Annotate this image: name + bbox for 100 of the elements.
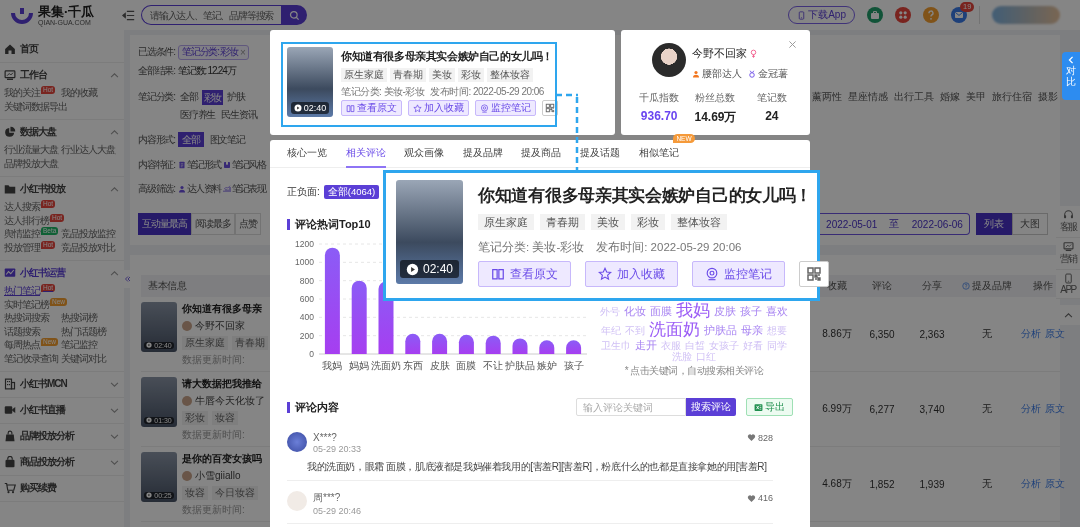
sidebar-section-title[interactable]: 小红书运营 [20, 266, 65, 280]
sidebar-section-title[interactable]: 小红书MCN [20, 377, 67, 391]
profile-placeholder[interactable] [992, 6, 1060, 24]
filter-dropdown[interactable]: 笔记形式 [187, 158, 221, 172]
sidebar-item[interactable]: 行业达人大盘 [61, 143, 118, 157]
download-app-button[interactable]: 下载App [788, 6, 855, 24]
filter-option[interactable]: 全部 [178, 132, 204, 147]
chart-bar[interactable] [351, 280, 367, 354]
table-link[interactable]: 原文 [1045, 402, 1065, 416]
search-field[interactable]: 请输入达人、笔记、品牌等搜索 [141, 5, 281, 25]
chart-bar[interactable] [566, 340, 582, 354]
author-name[interactable]: 小雪giiallo [195, 468, 241, 483]
qr-code-button[interactable] [799, 261, 829, 287]
word-cloud-word[interactable]: 孩子 [740, 305, 762, 318]
filter-chip[interactable]: 笔记分类: 彩妆 × [178, 44, 249, 60]
sidebar-item[interactable]: 笔记收录查询 [4, 351, 61, 365]
chart-bar[interactable] [324, 247, 340, 354]
tab[interactable]: 观众画像 [404, 140, 445, 168]
sidebar-item[interactable]: 话题搜索 [4, 324, 61, 338]
note-title[interactable]: 是你的百变女孩吗 [182, 451, 262, 466]
video-thumbnail[interactable]: 02:40 [287, 47, 333, 117]
sidebar-section-title[interactable]: 购买续费 [20, 481, 56, 495]
sidebar-item[interactable]: 行业流量大盘 [4, 143, 61, 157]
word-cloud-word[interactable]: 皮肤 [714, 305, 736, 318]
word-cloud-word[interactable]: 走开 [635, 339, 657, 352]
sidebar-section-title[interactable]: 数据大盘 [20, 125, 56, 139]
sidebar-item[interactable]: 品牌投放大盘 [4, 156, 61, 170]
word-cloud-word[interactable]: 护肤品 [704, 324, 737, 337]
word-cloud-word[interactable]: 洗面奶 [649, 320, 700, 340]
sidebar-item[interactable]: 热搜词榜 [61, 311, 118, 325]
filter-option[interactable]: 民生资讯 [219, 106, 259, 124]
favorite-button[interactable]: 加入收藏 [408, 100, 469, 116]
help-icon[interactable] [923, 7, 939, 23]
sidebar-section-title[interactable]: 首页 [20, 42, 38, 56]
chart-bar[interactable] [512, 338, 528, 354]
word-cloud-word[interactable]: 化妆 [624, 305, 646, 318]
sidebar-item[interactable]: 笔记监控 [61, 338, 118, 352]
sort-tab[interactable]: 点赞 [235, 213, 261, 235]
briefcase-icon[interactable] [867, 7, 883, 23]
author-name[interactable]: 今野不回家 [195, 318, 245, 333]
filter-dropdown[interactable]: 笔记风格 [231, 158, 266, 172]
filter-option[interactable]: 出行工具 [894, 90, 934, 104]
sidebar-item[interactable]: 竞品投放监控 [61, 227, 118, 241]
filter-option[interactable]: 图文笔记 [205, 130, 249, 149]
filter-option[interactable]: 摄影 [1038, 90, 1058, 104]
comment-search-field[interactable]: 输入评论关键词 [576, 398, 686, 416]
chart-bar[interactable] [405, 333, 421, 354]
sort-tab[interactable]: 互动量最高 [138, 213, 191, 235]
author-name[interactable]: 牛唇今天化妆了 [195, 393, 265, 408]
search-button[interactable] [281, 5, 307, 25]
date-range-field[interactable]: 2022-05-01 至 2022-06-06 [820, 213, 970, 235]
monitor-button[interactable]: 监控笔记 [692, 261, 785, 287]
filter-option[interactable]: 婚嫁 [940, 90, 960, 104]
tab[interactable]: 提及话题 [579, 140, 620, 168]
menu-fold-icon[interactable] [122, 8, 135, 22]
view-original-button[interactable]: 查看原文 [341, 100, 402, 116]
word-cloud-word[interactable]: 喜欢 [766, 305, 788, 318]
filter-option[interactable]: 旅行住宿 [992, 90, 1032, 104]
sidebar-item[interactable]: 我的收藏 [61, 86, 118, 100]
export-button[interactable]: 导出 [746, 398, 793, 416]
tab[interactable]: 提及商品 [521, 140, 562, 168]
sidebar-section-title[interactable]: 小红书投放 [20, 182, 65, 196]
sidebar-item[interactable]: 竞品投放对比 [61, 240, 118, 254]
mail-icon[interactable] [951, 7, 967, 23]
monitor-button[interactable]: 监控笔记 [475, 100, 536, 116]
search-comments-button[interactable]: 搜索评论 [686, 398, 736, 416]
filter-dropdown[interactable]: 笔记表现 [231, 182, 266, 196]
note-title[interactable]: 请大数据把我推给 [182, 376, 265, 391]
word-cloud-word[interactable]: 面膜 [650, 305, 672, 318]
filter-option[interactable]: 彩妆 [201, 89, 224, 105]
filter-option[interactable]: 全部 [178, 88, 200, 106]
filter-option[interactable]: 薰两性 [812, 90, 842, 104]
table-link[interactable]: 分析 [1021, 477, 1041, 491]
grid-icon[interactable] [895, 7, 911, 23]
chart-bar[interactable] [539, 340, 555, 354]
sort-tab[interactable]: 阅读最多 [191, 213, 235, 235]
side-tool-button[interactable]: 客服 [1056, 206, 1080, 238]
sidebar-section-title[interactable]: 小红书直播 [20, 403, 65, 417]
table-link[interactable]: 原文 [1045, 327, 1065, 341]
chart-bar[interactable] [458, 334, 474, 354]
side-tool-button[interactable]: 营销 [1056, 238, 1080, 270]
table-link[interactable]: 分析 [1021, 327, 1041, 341]
view-toggle[interactable]: 大图 [1012, 213, 1048, 235]
sidebar-item[interactable]: 热门话题榜 [61, 324, 118, 338]
sidebar-item[interactable]: 关键词数据导出 [4, 99, 67, 113]
filter-dropdown[interactable]: 达人资料 [187, 182, 221, 196]
sidebar-section-title[interactable]: 工作台 [20, 68, 47, 82]
sidebar-item[interactable]: 热搜词搜索 [4, 311, 61, 325]
filter-option[interactable]: 美甲 [966, 90, 986, 104]
logo-title[interactable]: 果集·千瓜 [38, 4, 95, 18]
favorite-button[interactable]: 加入收藏 [585, 261, 678, 287]
filter-option[interactable]: 星座情感 [848, 90, 888, 104]
view-original-button[interactable]: 查看原文 [478, 261, 571, 287]
word-cloud-word[interactable]: 母亲 [741, 324, 763, 337]
tab[interactable]: 提及品牌 [462, 140, 503, 168]
tab[interactable]: 相关评论 [345, 140, 386, 168]
sidebar-section-title[interactable]: 商品投放分析 [20, 455, 74, 469]
filter-option[interactable]: 医疗养生 [178, 106, 218, 124]
table-link[interactable]: 分析 [1021, 402, 1041, 416]
tab[interactable]: 核心一览 [287, 140, 327, 168]
